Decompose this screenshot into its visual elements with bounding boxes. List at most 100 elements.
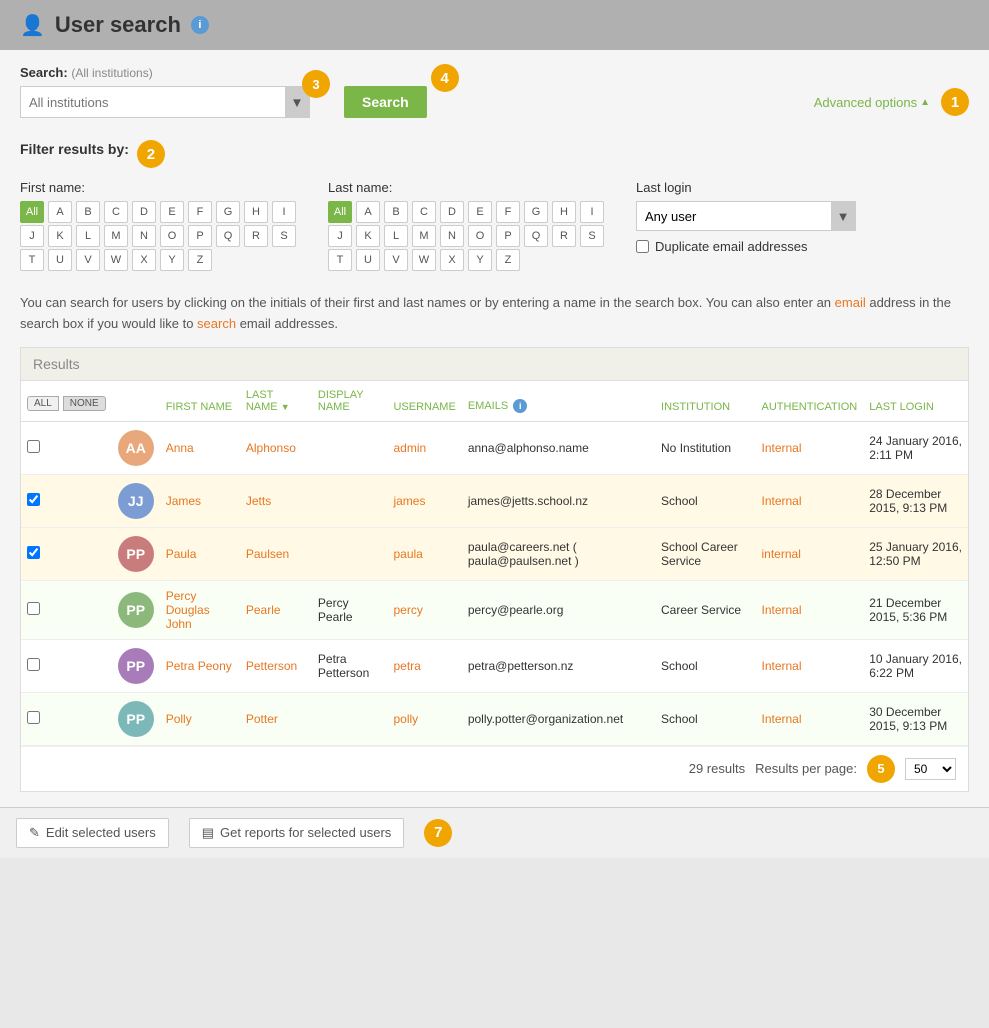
fn-t[interactable]: T <box>20 249 44 271</box>
fn-a[interactable]: A <box>48 201 72 223</box>
last-name-cell: Paulsen <box>240 527 312 580</box>
fn-z[interactable]: Z <box>188 249 212 271</box>
fn-w[interactable]: W <box>104 249 128 271</box>
ln-s[interactable]: S <box>580 225 604 247</box>
fn-h[interactable]: H <box>244 201 268 223</box>
row-checkbox[interactable] <box>27 711 40 724</box>
last-name-all-btn[interactable]: All <box>328 201 352 223</box>
ln-x[interactable]: X <box>440 249 464 271</box>
last-name-link[interactable]: Pearle <box>246 603 281 617</box>
first-name-link[interactable]: Polly <box>166 712 192 726</box>
fn-d[interactable]: D <box>132 201 156 223</box>
username-link[interactable]: petra <box>393 659 420 673</box>
fn-n[interactable]: N <box>132 225 156 247</box>
ln-l[interactable]: L <box>384 225 408 247</box>
select-none-button[interactable]: NONE <box>63 396 106 411</box>
duplicate-email-checkbox[interactable] <box>636 240 649 253</box>
fn-l[interactable]: L <box>76 225 100 247</box>
row-checkbox[interactable] <box>27 602 40 615</box>
ln-i[interactable]: I <box>580 201 604 223</box>
ln-h[interactable]: H <box>552 201 576 223</box>
emails-info-icon[interactable]: i <box>513 399 527 413</box>
search-link[interactable]: search <box>197 316 236 331</box>
institution-input[interactable] <box>21 95 285 110</box>
fn-e[interactable]: E <box>160 201 184 223</box>
first-name-col-header[interactable]: FIRST NAME <box>160 381 240 422</box>
authentication-cell: Internal <box>756 421 864 474</box>
fn-s[interactable]: S <box>272 225 296 247</box>
fn-j[interactable]: J <box>20 225 44 247</box>
last-login-select[interactable]: Any user Last 7 days Last 30 days Last 6… <box>637 209 831 224</box>
ln-g[interactable]: G <box>524 201 548 223</box>
fn-c[interactable]: C <box>104 201 128 223</box>
row-checkbox[interactable] <box>27 546 40 559</box>
ln-r[interactable]: R <box>552 225 576 247</box>
row-checkbox[interactable] <box>27 658 40 671</box>
fn-o[interactable]: O <box>160 225 184 247</box>
username-link[interactable]: percy <box>393 603 422 617</box>
ln-p[interactable]: P <box>496 225 520 247</box>
ln-o[interactable]: O <box>468 225 492 247</box>
advanced-options-link[interactable]: Advanced options ▲ 1 <box>814 88 969 116</box>
ln-a[interactable]: A <box>356 201 380 223</box>
ln-t[interactable]: T <box>328 249 352 271</box>
row-checkbox[interactable] <box>27 440 40 453</box>
fn-g[interactable]: G <box>216 201 240 223</box>
username-link[interactable]: polly <box>393 712 418 726</box>
first-name-all-btn[interactable]: All <box>20 201 44 223</box>
fn-p[interactable]: P <box>188 225 212 247</box>
username-link[interactable]: admin <box>393 441 426 455</box>
first-name-link[interactable]: James <box>166 494 201 508</box>
ln-j[interactable]: J <box>328 225 352 247</box>
fn-f[interactable]: F <box>188 201 212 223</box>
last-name-link[interactable]: Alphonso <box>246 441 296 455</box>
fn-y[interactable]: Y <box>160 249 184 271</box>
ln-y[interactable]: Y <box>468 249 492 271</box>
fn-q[interactable]: Q <box>216 225 240 247</box>
first-name-link[interactable]: Percy Douglas John <box>166 589 210 631</box>
fn-u[interactable]: U <box>48 249 72 271</box>
email-link[interactable]: email <box>835 295 866 310</box>
last-login-label: Last login <box>636 180 856 195</box>
last-name-col-header[interactable]: LAST NAME ▼ <box>240 381 312 422</box>
ln-n[interactable]: N <box>440 225 464 247</box>
ln-k[interactable]: K <box>356 225 380 247</box>
edit-selected-button[interactable]: ✎ Edit selected users <box>16 818 169 848</box>
ln-d[interactable]: D <box>440 201 464 223</box>
ln-e[interactable]: E <box>468 201 492 223</box>
select-all-button[interactable]: ALL <box>27 396 59 411</box>
last-name-link[interactable]: Paulsen <box>246 547 289 561</box>
username-link[interactable]: paula <box>393 547 422 561</box>
ln-z[interactable]: Z <box>496 249 520 271</box>
ln-w[interactable]: W <box>412 249 436 271</box>
fn-k[interactable]: K <box>48 225 72 247</box>
fn-r[interactable]: R <box>244 225 268 247</box>
ln-c[interactable]: C <box>412 201 436 223</box>
ln-f[interactable]: F <box>496 201 520 223</box>
search-button[interactable]: Search <box>344 86 427 118</box>
last-name-link[interactable]: Potter <box>246 712 278 726</box>
ln-b[interactable]: B <box>384 201 408 223</box>
row-checkbox[interactable] <box>27 493 40 506</box>
first-name-link[interactable]: Petra Peony <box>166 659 232 673</box>
ln-v[interactable]: V <box>384 249 408 271</box>
authentication-cell: Internal <box>756 474 864 527</box>
fn-x[interactable]: X <box>132 249 156 271</box>
fn-v[interactable]: V <box>76 249 100 271</box>
fn-m[interactable]: M <box>104 225 128 247</box>
ln-m[interactable]: M <box>412 225 436 247</box>
filter-title: Filter results by: <box>20 141 129 157</box>
get-reports-button[interactable]: ▤ Get reports for selected users <box>189 818 405 848</box>
last-name-link[interactable]: Petterson <box>246 659 297 673</box>
fn-i[interactable]: I <box>272 201 296 223</box>
first-name-link[interactable]: Anna <box>166 441 194 455</box>
info-icon[interactable]: i <box>191 16 209 34</box>
ln-q[interactable]: Q <box>524 225 548 247</box>
per-page-select[interactable]: 50 10 25 100 <box>905 758 956 780</box>
first-name-link[interactable]: Paula <box>166 547 197 561</box>
ln-u[interactable]: U <box>356 249 380 271</box>
last-name-link[interactable]: Jetts <box>246 494 271 508</box>
avatar: PP <box>118 592 154 628</box>
fn-b[interactable]: B <box>76 201 100 223</box>
username-link[interactable]: james <box>393 494 425 508</box>
